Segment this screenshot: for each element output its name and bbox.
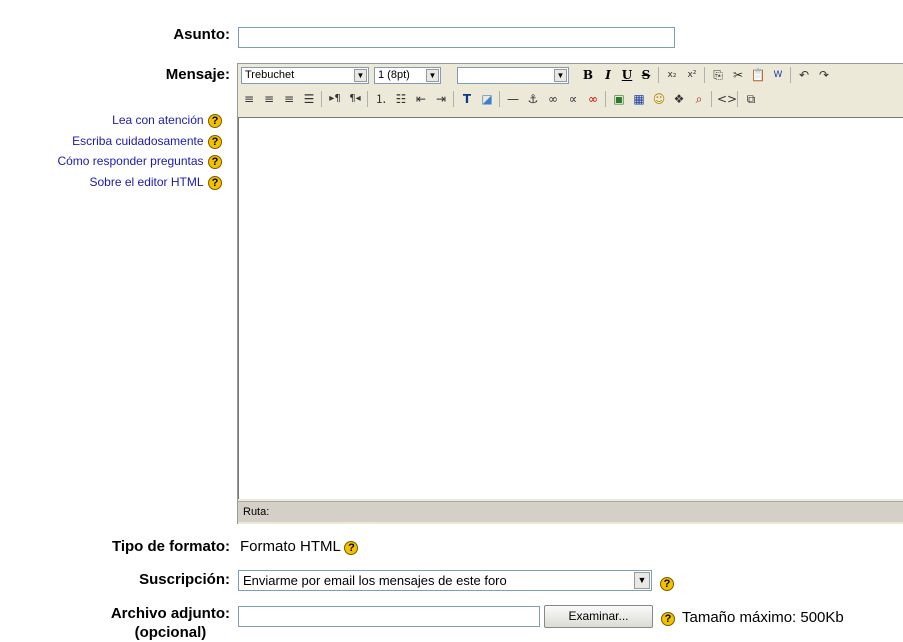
editor-content-area[interactable] <box>238 117 903 499</box>
subscription-label: Suscripción: <box>139 571 230 588</box>
toolbar-separator <box>737 91 738 107</box>
underline-icon[interactable]: U <box>619 67 635 83</box>
toolbar-separator <box>711 91 712 107</box>
chevron-down-icon: ▼ <box>354 69 367 82</box>
toolbar-separator <box>453 91 454 107</box>
ordered-list-icon[interactable]: ⒈ <box>373 91 389 107</box>
help-links: Lea con atención ? Escriba cuidadosament… <box>57 110 222 192</box>
special-char-icon[interactable]: ❖ <box>671 91 687 107</box>
justify-icon[interactable]: ☰ <box>301 91 317 107</box>
help-icon[interactable]: ? <box>208 155 222 169</box>
indent-icon[interactable]: ⇥ <box>433 91 449 107</box>
help-icon[interactable]: ? <box>208 114 222 128</box>
style-select[interactable]: ▼ <box>457 67 569 84</box>
toolbar-separator <box>499 91 500 107</box>
anchor-icon[interactable]: ⚓ <box>525 91 541 107</box>
help-link-html-editor[interactable]: Sobre el editor HTML <box>90 175 204 189</box>
toolbar-separator <box>790 67 791 83</box>
outdent-icon[interactable]: ⇤ <box>413 91 429 107</box>
background-color-icon[interactable]: ◪ <box>479 91 495 107</box>
horizontal-rule-icon[interactable]: — <box>505 91 521 107</box>
attachment-file-input[interactable] <box>238 606 540 627</box>
chevron-down-icon: ▼ <box>426 69 439 82</box>
align-left-icon[interactable]: ≡ <box>241 91 257 107</box>
superscript-icon[interactable]: x² <box>684 67 700 83</box>
help-icon[interactable]: ? <box>661 612 675 626</box>
image-icon[interactable]: ▣ <box>611 91 627 107</box>
align-right-icon[interactable]: ≡ <box>281 91 297 107</box>
rtl-icon[interactable]: ¶◂ <box>347 91 363 107</box>
subject-input[interactable] <box>238 27 675 48</box>
unlink-icon[interactable]: ∝ <box>565 91 581 107</box>
toolbar-separator <box>704 67 705 83</box>
copy-icon[interactable]: ⎘ <box>710 67 726 83</box>
fullscreen-icon[interactable]: ⧉ <box>743 91 759 107</box>
help-icon[interactable]: ? <box>660 577 674 591</box>
align-center-icon[interactable]: ≡ <box>261 91 277 107</box>
ltr-icon[interactable]: ▸¶ <box>327 91 343 107</box>
help-icon[interactable]: ? <box>208 175 222 190</box>
browse-button[interactable]: Examinar... <box>544 605 653 628</box>
link-icon[interactable]: ∞ <box>545 91 561 107</box>
paste-word-icon[interactable]: W <box>770 67 786 83</box>
toolbar-separator <box>367 91 368 107</box>
help-icon[interactable]: ? <box>344 541 359 555</box>
subscription-select[interactable]: Enviarme por email los mensajes de este … <box>238 570 652 591</box>
editor-path-bar: Ruta: <box>238 501 903 522</box>
max-size-text: Tamaño máximo: 500Kb <box>682 609 844 626</box>
text-color-icon[interactable]: T <box>459 91 475 107</box>
format-label: Tipo de formato: <box>111 538 230 555</box>
smiley-icon[interactable]: ☺ <box>651 91 667 107</box>
cut-icon[interactable]: ✂ <box>730 67 746 83</box>
help-icon[interactable]: ? <box>208 134 222 149</box>
undo-icon[interactable]: ↶ <box>796 67 812 83</box>
toolbar-separator <box>605 91 606 107</box>
bold-icon[interactable]: B <box>580 67 596 83</box>
subscript-icon[interactable]: x₂ <box>664 67 680 83</box>
search-replace-icon[interactable]: ⌕ <box>691 91 707 107</box>
format-value: Formato HTML ? <box>240 538 359 555</box>
toolbar-separator <box>321 91 322 107</box>
message-label: Mensaje: <box>165 66 230 83</box>
subject-label: Asunto: <box>173 26 230 43</box>
size-select[interactable]: 1 (8pt) ▼ <box>374 67 441 84</box>
toolbar-separator <box>658 67 659 83</box>
chevron-down-icon: ▼ <box>554 69 567 82</box>
redo-icon[interactable]: ↷ <box>816 67 832 83</box>
nolink-icon[interactable]: ∞ <box>585 91 601 107</box>
table-icon[interactable]: ▦ <box>631 91 647 107</box>
html-source-icon[interactable]: <> <box>717 91 737 107</box>
unordered-list-icon[interactable]: ☷ <box>393 91 409 107</box>
strikethrough-icon[interactable]: S <box>638 67 654 83</box>
path-label: Ruta: <box>243 506 270 518</box>
help-link-how-to-answer[interactable]: Cómo responder preguntas <box>57 154 203 168</box>
html-editor: Trebuchet ▼ 1 (8pt) ▼ ▼ B I U S x₂ x² ⎘ ✂ … <box>237 63 903 524</box>
paste-icon[interactable]: 📋 <box>750 67 766 83</box>
font-select[interactable]: Trebuchet ▼ <box>241 67 369 84</box>
help-link-read-carefully[interactable]: Lea con atención <box>112 113 203 127</box>
italic-icon[interactable]: I <box>600 67 616 83</box>
chevron-down-icon: ▼ <box>634 572 650 589</box>
help-link-write-carefully[interactable]: Escriba cuidadosamente <box>72 134 203 148</box>
attachment-label: Archivo adjunto: (opcional) <box>110 605 230 641</box>
